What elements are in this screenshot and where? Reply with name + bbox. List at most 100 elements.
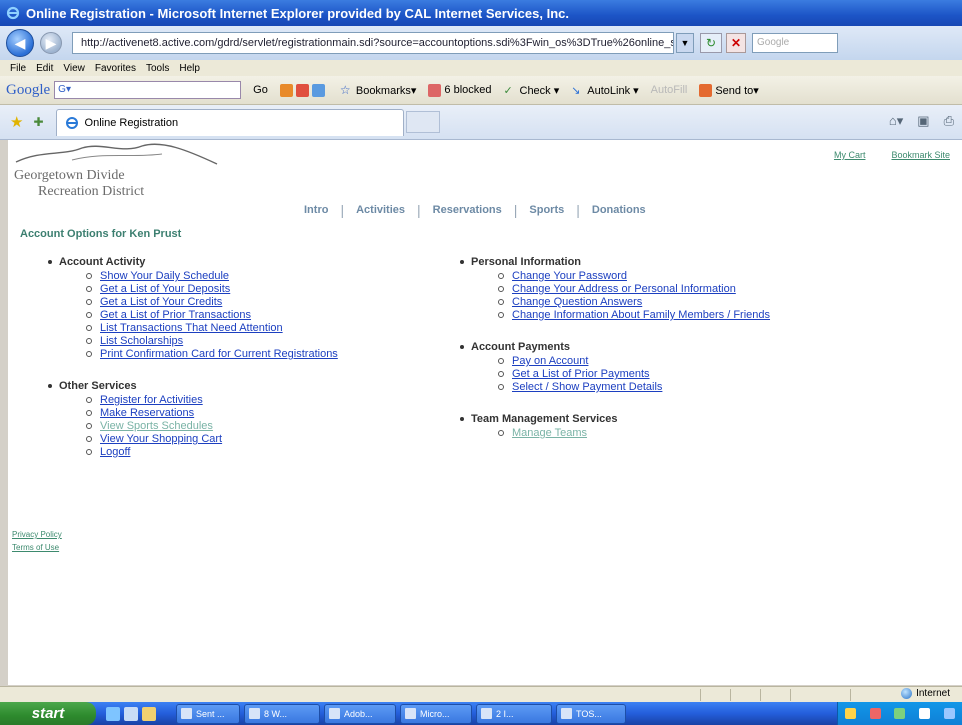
register-activities-link[interactable]: Register for Activities [100, 394, 203, 406]
nav-donations[interactable]: Donations [592, 204, 646, 216]
print-confirmation-link[interactable]: Print Confirmation Card for Current Regi… [100, 348, 338, 360]
news-icon [295, 83, 309, 97]
search-input[interactable]: Google [752, 33, 838, 53]
section-other-services: Other Services [48, 379, 338, 393]
logoff-link[interactable]: Logoff [100, 446, 130, 458]
tab-online-registration[interactable]: Online Registration [55, 108, 404, 136]
favorites-star-icon[interactable]: ★ [10, 113, 23, 131]
privacy-policy-link[interactable]: Privacy Policy [12, 530, 62, 539]
circle-bullet-icon [86, 273, 92, 279]
transactions-attention-link[interactable]: List Transactions That Need Attention [100, 322, 283, 334]
tray-icon[interactable] [919, 708, 931, 719]
print-icon[interactable]: ⎙ [944, 113, 954, 129]
taskbar-button[interactable]: Sent ... [176, 703, 240, 724]
show-daily-schedule-link[interactable]: Show Your Daily Schedule [100, 270, 229, 282]
new-tab-button[interactable] [405, 111, 440, 133]
popup-blocker-button[interactable]: 6 blocked [428, 83, 492, 97]
menu-help[interactable]: Help [179, 63, 200, 74]
change-address-link[interactable]: Change Your Address or Personal Informat… [512, 283, 736, 295]
circle-bullet-icon [498, 384, 504, 390]
status-divider [730, 689, 731, 701]
change-question-answers-link[interactable]: Change Question Answers [512, 296, 642, 308]
pagerank-icon [279, 83, 293, 97]
prior-transactions-link[interactable]: Get a List of Prior Transactions [100, 309, 251, 321]
menu-edit[interactable]: Edit [36, 63, 53, 74]
status-divider [700, 689, 701, 701]
back-button[interactable]: ◀ [6, 29, 34, 57]
autolink-button[interactable]: ↘ AutoLink ▾ [571, 84, 638, 97]
desktop-quicklaunch-icon[interactable] [124, 706, 138, 721]
circle-bullet-icon [498, 358, 504, 364]
taskbar-button-label: Sent ... [196, 708, 225, 719]
terms-of-use-link[interactable]: Terms of Use [12, 543, 62, 552]
ie-quicklaunch-icon[interactable] [106, 706, 120, 721]
bookmark-site-link[interactable]: Bookmark Site [891, 150, 950, 160]
prior-payments-link[interactable]: Get a List of Prior Payments [512, 368, 650, 380]
my-cart-link[interactable]: My Cart [834, 150, 866, 160]
view-sports-schedules-link[interactable]: View Sports Schedules [100, 420, 213, 432]
menu-tools[interactable]: Tools [146, 63, 169, 74]
google-search-input[interactable]: G▾ [54, 81, 242, 99]
forward-button[interactable]: ▶ [40, 32, 62, 54]
change-family-info-link[interactable]: Change Information About Family Members … [512, 309, 770, 321]
page-icon [65, 116, 78, 129]
taskbar-button[interactable]: TOS... [556, 703, 626, 724]
tray-icon[interactable] [944, 708, 956, 719]
address-dropdown-button[interactable]: ▼ [676, 33, 694, 53]
menu-favorites[interactable]: Favorites [95, 63, 136, 74]
list-credits-link[interactable]: Get a List of Your Credits [100, 296, 222, 308]
list-item: Get a List of Your Credits [86, 296, 338, 308]
view-shopping-cart-link[interactable]: View Your Shopping Cart [100, 433, 222, 445]
folder-quicklaunch-icon[interactable] [142, 706, 156, 721]
bullet-icon [460, 260, 464, 264]
pay-on-account-link[interactable]: Pay on Account [512, 355, 588, 367]
nav-sports[interactable]: Sports [529, 204, 564, 216]
toolbar-icons[interactable] [279, 83, 328, 97]
send-to-button[interactable]: Send to▾ [699, 83, 759, 97]
add-favorite-icon[interactable]: ✚ [33, 115, 43, 129]
circle-bullet-icon [86, 325, 92, 331]
tray-icon[interactable] [894, 708, 906, 719]
google-go-button[interactable]: Go [253, 84, 268, 96]
bullet-icon [460, 417, 464, 421]
address-field[interactable]: http://activenet8.active.com/gdrd/servle… [72, 32, 674, 54]
nav-reservations[interactable]: Reservations [433, 204, 502, 216]
autofill-button[interactable]: AutoFill [651, 84, 688, 96]
taskbar-button-label: Adob... [344, 708, 373, 719]
status-divider [760, 689, 761, 701]
ie-icon [481, 708, 492, 719]
list-item: Pay on Account [498, 355, 770, 367]
list-item: Select / Show Payment Details [498, 381, 770, 393]
nav-activities[interactable]: Activities [356, 204, 405, 216]
taskbar-button[interactable]: Micro... [400, 703, 472, 724]
tray-icon[interactable] [844, 708, 856, 719]
list-item: Make Reservations [86, 407, 338, 419]
home-icon[interactable]: ⌂▾ [889, 113, 903, 129]
main-nav: Intro | Activities | Reservations | Spor… [304, 202, 646, 218]
send-to-icon [699, 83, 713, 97]
menu-file[interactable]: File [10, 63, 26, 74]
nav-intro[interactable]: Intro [304, 204, 328, 216]
payment-details-link[interactable]: Select / Show Payment Details [512, 381, 662, 393]
circle-bullet-icon [86, 312, 92, 318]
taskbar-button[interactable]: Adob... [324, 703, 396, 724]
list-item: Get a List of Your Deposits [86, 283, 338, 295]
list-scholarships-link[interactable]: List Scholarships [100, 335, 183, 347]
spellcheck-icon: ✓ [503, 84, 513, 97]
menu-view[interactable]: View [63, 63, 85, 74]
taskbar-button[interactable]: 2 I... [476, 703, 552, 724]
list-deposits-link[interactable]: Get a List of Your Deposits [100, 283, 230, 295]
section-account-payments: Account Payments [460, 340, 770, 354]
feeds-icon[interactable]: ▣ [917, 113, 929, 129]
taskbar-button[interactable]: 8 W... [244, 703, 320, 724]
bookmarks-button[interactable]: ☆ Bookmarks▾ [340, 83, 417, 97]
list-item: Show Your Daily Schedule [86, 270, 338, 282]
stop-button[interactable]: ✕ [726, 33, 746, 53]
start-button[interactable]: start [0, 702, 96, 725]
tray-icon[interactable] [869, 708, 881, 719]
spell-check-button[interactable]: ✓ Check ▾ [504, 84, 560, 97]
refresh-button[interactable]: ↻ [700, 33, 722, 53]
change-password-link[interactable]: Change Your Password [512, 270, 627, 282]
make-reservations-link[interactable]: Make Reservations [100, 407, 194, 419]
manage-teams-link[interactable]: Manage Teams [512, 427, 587, 439]
